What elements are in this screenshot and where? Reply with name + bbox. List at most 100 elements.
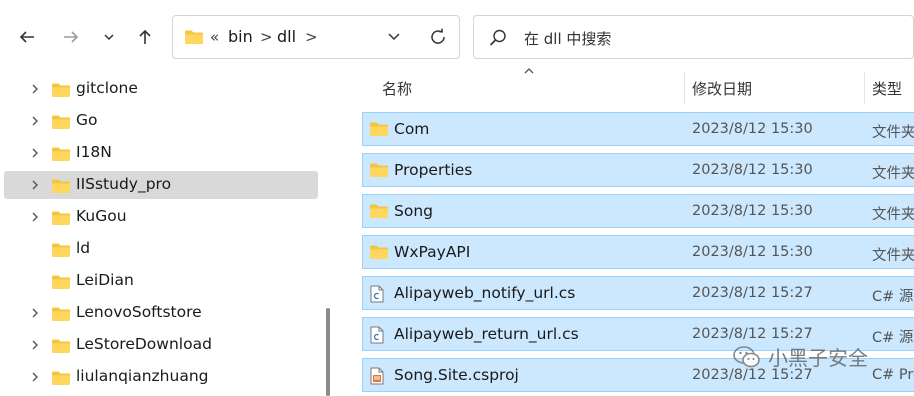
arrow-right-icon [64,31,79,43]
chevron-right-icon[interactable] [30,179,40,191]
file-row-com[interactable]: Com 2023/8/12 15:30 文件夹 [362,112,914,146]
chevron-right-icon[interactable] [30,371,40,383]
folder-icon [52,115,70,129]
search-placeholder[interactable]: 在 dll 中搜索 [524,28,611,49]
file-type: 文件夹 [872,166,914,182]
address-dropdown-icon[interactable] [386,30,402,44]
breadcrumb-item-bin[interactable]: bin [228,27,253,46]
sidebar-scrollbar[interactable] [326,308,330,396]
file-name: Song.Site.csproj [394,366,519,384]
file-type: 文件夹 [872,125,914,141]
file-type: C# 源文件 [872,289,914,305]
chevron-right-icon[interactable] [30,339,40,351]
chevron-right-icon[interactable] [30,115,40,127]
breadcrumb-item-dll[interactable]: dll [277,27,296,46]
file-date: 2023/8/12 15:27 [692,285,813,301]
file-date: 2023/8/12 15:30 [692,244,813,260]
folder-icon [370,122,388,136]
sidebar-item-gitclone[interactable]: gitclone [4,75,318,103]
file-row-wxpayapi[interactable]: WxPayAPI 2023/8/12 15:30 文件夹 [362,235,914,269]
sidebar-item-label: gitclone [76,79,138,97]
search-box[interactable]: 在 dll 中搜索 [473,15,914,59]
folder-icon [52,371,70,385]
file-row-alipayweb-notify[interactable]: Alipayweb_notify_url.cs 2023/8/12 15:27 … [362,276,914,310]
refresh-icon[interactable] [428,27,448,47]
chevron-right-icon[interactable] [30,307,40,319]
csproj-file-icon [370,367,384,385]
file-date: 2023/8/12 15:30 [692,203,813,219]
sidebar-item-label: Go [76,111,98,129]
sidebar-item-label: LeiDian [76,271,134,289]
sidebar-item-kugou[interactable]: KuGou [4,203,318,231]
file-date: 2023/8/12 15:30 [692,121,813,137]
folder-icon [52,243,70,257]
folder-icon [52,275,70,289]
file-type: C# 源文件 [872,330,914,346]
sidebar-item-leidian[interactable]: LeiDian [4,267,318,295]
folder-icon [52,179,70,193]
wechat-icon [733,345,760,367]
arrow-up-icon [139,29,151,44]
folder-icon [52,307,70,321]
column-header-modified[interactable]: 修改日期 [692,78,752,99]
chevron-right-icon[interactable] [30,83,40,95]
folder-icon [370,204,388,218]
file-type: 文件夹 [872,207,914,223]
search-icon [489,29,506,46]
folder-icon [52,339,70,353]
sort-ascending-icon[interactable] [523,66,535,76]
back-button[interactable] [12,22,42,52]
column-divider[interactable] [684,72,685,104]
sidebar-item-label: LenovoSoftstore [76,303,202,321]
chevron-down-icon [104,34,114,41]
column-header-type[interactable]: 类型 [872,78,902,99]
file-name: Com [394,120,430,138]
forward-button[interactable] [56,22,86,52]
address-toolbar: « bin > dll > 在 dll 中搜索 [0,0,914,70]
file-name: Song [394,202,433,220]
file-date: 2023/8/12 15:27 [692,326,813,342]
file-type: 文件夹 [872,248,914,264]
folder-icon [52,83,70,97]
folder-icon [185,30,203,44]
file-name: Alipayweb_notify_url.cs [394,284,576,302]
chevron-right-icon[interactable] [30,211,40,223]
up-button[interactable] [130,22,160,52]
sidebar-item-liulanqianzhuang[interactable]: liulanqianzhuang [4,363,318,391]
folder-icon [52,211,70,225]
column-divider[interactable] [864,72,865,104]
sidebar-item-label: KuGou [76,207,127,225]
column-header-name[interactable]: 名称 [382,78,412,99]
navigation-pane: gitclone Go I18N IISstudy_pro KuGou ld L… [0,70,340,396]
breadcrumb-separator[interactable]: > [260,28,273,46]
sidebar-item-lestoredownload[interactable]: LeStoreDownload [4,331,318,359]
cs-file-icon [370,285,384,303]
breadcrumb-separator[interactable]: > [305,28,318,46]
file-name: Properties [394,161,473,179]
address-bar[interactable]: « bin > dll > [172,15,460,59]
chevron-right-icon[interactable] [30,147,40,159]
arrow-left-icon [19,31,34,43]
sidebar-item-ld[interactable]: ld [4,235,318,263]
sidebar-item-label: ld [76,239,91,257]
file-name: Alipayweb_return_url.cs [394,325,579,343]
folder-icon [370,245,388,259]
recent-locations-button[interactable] [94,22,124,52]
file-name: WxPayAPI [394,243,471,261]
sidebar-item-lenovosoftstore[interactable]: LenovoSoftstore [4,299,318,327]
sidebar-item-label: IISstudy_pro [76,175,172,193]
sidebar-item-i18n[interactable]: I18N [4,139,318,167]
folder-icon [370,163,388,177]
file-row-properties[interactable]: Properties 2023/8/12 15:30 文件夹 [362,153,914,187]
breadcrumb-overflow[interactable]: « [210,28,219,46]
file-row-song[interactable]: Song 2023/8/12 15:30 文件夹 [362,194,914,228]
cs-file-icon [370,326,384,344]
sidebar-item-label: liulanqianzhuang [76,367,209,385]
sidebar-item-label: LeStoreDownload [76,335,212,353]
folder-icon [52,147,70,161]
sidebar-item-iisstudy-pro[interactable]: IISstudy_pro [4,171,318,199]
sidebar-item-go[interactable]: Go [4,107,318,135]
file-date: 2023/8/12 15:30 [692,162,813,178]
watermark: 小黑子安全 [732,342,868,371]
sidebar-item-label: I18N [76,143,112,161]
